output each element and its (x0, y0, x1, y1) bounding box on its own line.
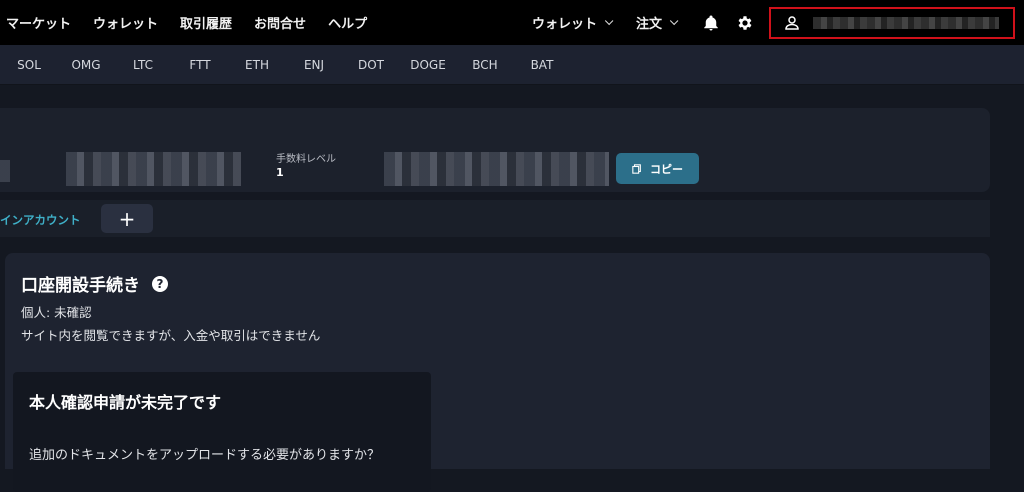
nav-trade-history[interactable]: 取引履歴 (180, 13, 232, 32)
user-account-menu[interactable] (769, 6, 1015, 39)
copy-icon (632, 163, 641, 174)
verification-status: 個人: 未確認 (21, 305, 92, 320)
coin-ticker-bar: SOL OMG LTC FTT ETH ENJ DOT DOGE BCH BAT (0, 45, 1024, 85)
redacted-username (813, 16, 999, 29)
ticker-eth[interactable]: ETH (237, 58, 277, 72)
ticker-enj[interactable]: ENJ (294, 58, 334, 72)
wallet-dropdown-label: ウォレット (531, 17, 597, 32)
account-info-card: 手数料レベル 1 コピー (0, 108, 990, 192)
ticker-ftt[interactable]: FTT (180, 58, 220, 72)
help-icon[interactable]: ? (152, 275, 168, 292)
user-controls: ウォレット 注文 (532, 0, 1024, 45)
chevron-down-icon (669, 16, 679, 25)
redacted-account-name (66, 152, 241, 186)
tab-main-account[interactable]: インアカウント (0, 212, 81, 228)
ticker-bch[interactable]: BCH (465, 58, 505, 72)
ticker-dot[interactable]: DOT (351, 58, 391, 72)
nav-wallet[interactable]: ウォレット (93, 13, 158, 32)
chevron-down-icon (604, 16, 614, 25)
account-tabs: インアカウント + (0, 200, 990, 237)
ticker-omg[interactable]: OMG (66, 58, 106, 72)
panel-title: 口座開設手続き ? (21, 271, 168, 296)
order-dropdown-label: 注文 (635, 17, 662, 32)
verification-card-title: 本人確認申請が未完了です (29, 393, 222, 412)
ticker-ltc[interactable]: LTC (123, 58, 163, 72)
status-description: サイト内を閲覧できますが、入金や取引はできません (21, 328, 321, 343)
redacted-value (0, 160, 10, 182)
redacted-account-id (384, 152, 609, 186)
gear-icon[interactable] (735, 13, 755, 33)
ticker-bat[interactable]: BAT (522, 58, 562, 72)
main-menu: マーケット ウォレット 取引履歴 お問合せ ヘルプ (0, 0, 389, 45)
upload-question: 追加のドキュメントをアップロードする必要がありますか？ (29, 448, 381, 463)
copy-button-label: コピー (650, 162, 683, 176)
ticker-doge[interactable]: DOGE (408, 58, 448, 72)
nav-contact[interactable]: お問合せ (254, 13, 306, 32)
wallet-dropdown[interactable]: ウォレット (531, 13, 614, 32)
copy-button[interactable]: コピー (616, 153, 699, 184)
account-opening-panel: 口座開設手続き ? 個人: 未確認 サイト内を閲覧できますが、入金や取引はできま… (5, 253, 990, 492)
order-dropdown[interactable]: 注文 (635, 13, 679, 32)
fee-level-label: 手数料レベル (276, 154, 336, 165)
panel-title-text: 口座開設手続き (21, 276, 140, 296)
identity-verification-card: 本人確認申請が未完了です 追加のドキュメントをアップロードする必要がありますか？ (13, 372, 431, 492)
nav-help[interactable]: ヘルプ (328, 13, 367, 32)
top-navigation: マーケット ウォレット 取引履歴 お問合せ ヘルプ ウォレット 注文 (0, 0, 1024, 45)
fee-level-value: 1 (276, 166, 284, 179)
plus-icon: + (118, 206, 136, 231)
nav-market[interactable]: マーケット (6, 13, 71, 32)
user-icon (785, 15, 799, 30)
add-account-button[interactable]: + (101, 204, 153, 233)
notification-bell-icon[interactable] (701, 13, 721, 33)
ticker-sol[interactable]: SOL (9, 58, 49, 72)
